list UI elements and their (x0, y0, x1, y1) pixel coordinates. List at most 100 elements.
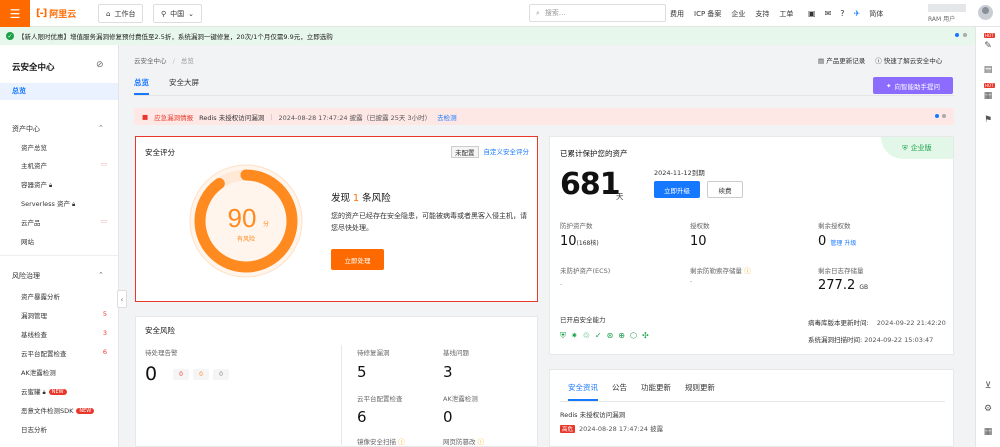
menu-icon[interactable]: ☰ (0, 0, 30, 27)
manage-upgrade-link[interactable]: 管理 升级 (830, 240, 856, 247)
pager-dot[interactable] (955, 33, 959, 37)
stat-label: 剩余日志存储量 (818, 267, 864, 275)
item-label: 云平台配置检查 (21, 350, 67, 358)
breadcrumb-root[interactable]: 云安全中心 (134, 57, 167, 65)
shield-icon: ⛨ (902, 143, 908, 152)
logo[interactable]: [-] 阿里云 (36, 7, 76, 20)
sidebar-item-log-analysis[interactable]: 日志分析 (21, 424, 107, 434)
pending-alert-value[interactable]: 0 (145, 363, 157, 385)
score-status: 有风险 (237, 235, 255, 243)
stat-value: 0 (818, 234, 827, 249)
shield-check-icon[interactable]: ⛨ (560, 331, 566, 341)
cart-icon[interactable]: ⊻ (981, 379, 995, 393)
settings-icon[interactable]: ⚙ (981, 402, 995, 416)
sidebar-item-cloud-config[interactable]: 云平台配置检查 6 (21, 348, 107, 358)
config-count-value[interactable]: 6 (357, 408, 367, 426)
logo-mark-icon: [-] (36, 8, 47, 19)
header-links: ▤ 产品更新记录 ⓘ 快速了解云安全中心 (818, 55, 942, 65)
avatar[interactable] (978, 5, 993, 20)
sidebar-item-ak-leak[interactable]: AK泄露检测 (21, 367, 107, 377)
severity-low-count[interactable]: 0 (213, 369, 229, 380)
severity-mid-count[interactable]: 0 (193, 369, 209, 380)
hide-icon[interactable]: ⊘ (96, 60, 104, 70)
metric-label: 基线问题 (443, 349, 469, 357)
nav-icp[interactable]: ICP 备案 (694, 9, 721, 19)
edit-icon[interactable]: ✎ (981, 39, 995, 53)
promo-banner[interactable]: ✓ 【新人限时优惠】增值服务漏洞修复预付费低至2.5折，系统漏洞一键修复，20次… (0, 27, 975, 45)
nav-support[interactable]: 支持 (755, 9, 769, 19)
flag-icon[interactable]: ⚑ (981, 113, 995, 127)
lock-circle-icon[interactable]: ⊛ (607, 331, 614, 341)
tab-rule-updates[interactable]: 规则更新 (685, 382, 715, 401)
nav-fees[interactable]: 费用 (670, 9, 684, 19)
nav-enterprise[interactable]: 企业 (731, 9, 745, 19)
sidebar-item-asset-overview[interactable]: 资产总览 (21, 142, 107, 152)
divider (341, 345, 342, 445)
sidebar-item-overview[interactable]: 总览 (0, 83, 118, 100)
changelog-link[interactable]: ▤ 产品更新记录 (818, 55, 865, 65)
sidebar-section-assets[interactable]: 资产中心 ⌃ (12, 124, 104, 134)
nav-ticket[interactable]: 工单 (779, 9, 793, 19)
grid-icon[interactable]: ▦ (981, 425, 995, 439)
search-input[interactable]: ⌕ 搜索... (529, 4, 666, 22)
promo-pager[interactable] (955, 33, 967, 37)
metric-label: 待修复漏洞 (357, 349, 390, 357)
tab-announcements[interactable]: 公告 (612, 382, 627, 401)
bell-icon[interactable]: ✉ (825, 9, 832, 18)
gift-icon[interactable]: ▦ (981, 89, 995, 103)
help-icon[interactable]: ? (840, 9, 844, 18)
severity-high-count[interactable]: 0 (173, 369, 189, 380)
recycle-icon[interactable]: ♲ (583, 331, 590, 341)
sidebar: 云安全中心 ⊘ 总览 资产中心 ⌃ 资产总览 主机资产 ▭ 容器资产 🔒︎ Serv… (0, 45, 119, 447)
sidebar-item-host-assets[interactable]: 主机资产 ▭ (21, 160, 107, 170)
detect-link[interactable]: 去检测 (437, 112, 457, 122)
doc-icon[interactable]: ▤ (981, 63, 995, 77)
unconfigured-tag: 未配置 (451, 146, 479, 158)
tab-security-news[interactable]: 安全资讯 (568, 382, 598, 401)
protected-assets-stat[interactable]: 10(168核) (560, 234, 599, 249)
account-info[interactable]: RAM 用户 (928, 3, 973, 23)
network-icon[interactable]: ✣ (642, 331, 649, 341)
pager-dot[interactable] (942, 114, 946, 118)
pager-dot[interactable] (935, 114, 939, 118)
sidebar-item-vuln[interactable]: 漏洞管理 5 (21, 310, 107, 320)
ai-assistant-button[interactable]: ✦ 向智能助手提问 (873, 77, 953, 94)
handle-now-button[interactable]: 立即处理 (331, 249, 384, 270)
sidebar-item-honeypot[interactable]: 云蜜罐 🔒︎ NEW (21, 386, 107, 397)
sidebar-item-container-assets[interactable]: 容器资产 🔒︎ (21, 179, 107, 190)
tab-big-screen[interactable]: 安全大屏 (169, 77, 199, 95)
vuln-count: 5 (102, 310, 107, 318)
vuln-count-value[interactable]: 5 (357, 363, 367, 381)
baseline-count-value[interactable]: 3 (443, 363, 453, 381)
workbench-button[interactable]: ⌂ 工作台 (98, 4, 144, 23)
quick-start-link[interactable]: ⓘ 快速了解云安全中心 (875, 55, 942, 65)
sidebar-item-baseline[interactable]: 基线检查 3 (21, 329, 107, 339)
alert-pager[interactable] (935, 114, 946, 118)
sun-icon[interactable]: ✷ (571, 331, 578, 341)
tab-overview[interactable]: 总览 (134, 77, 149, 95)
custom-score-link[interactable]: 自定义安全评分 (484, 146, 530, 158)
card-title: 安全风险 (145, 326, 175, 335)
tab-feature-updates[interactable]: 功能更新 (641, 382, 671, 401)
hot-badge: HOT (984, 33, 995, 38)
plane-icon[interactable]: ✈ (854, 9, 861, 18)
sidebar-item-malware-sdk[interactable]: 恶意文件检测SDK NEW (21, 405, 107, 415)
ak-leak-value[interactable]: 0 (443, 408, 453, 426)
search-circle-icon[interactable]: ⊕ (618, 331, 625, 341)
pager-dot[interactable] (963, 33, 967, 37)
sidebar-item-cloud-products[interactable]: 云产品 ▭ (21, 217, 107, 227)
box-icon[interactable]: ⬡ (630, 331, 637, 341)
collapse-sidebar-icon[interactable]: ‹ (117, 290, 127, 308)
renew-button[interactable]: 续费 (707, 181, 743, 198)
news-item-title[interactable]: Redis 未授权访问漏洞 (560, 409, 625, 419)
sidebar-item-exposure[interactable]: 资产暴露分析 (21, 291, 107, 301)
sidebar-section-risk[interactable]: 风险治理 ⌃ (12, 271, 104, 281)
terminal-icon[interactable]: ▣ (808, 9, 816, 18)
sidebar-item-websites[interactable]: 网站 (21, 236, 107, 246)
upgrade-button[interactable]: 立即升级 (654, 181, 700, 198)
sidebar-item-serverless[interactable]: Serverless 资产 🔒︎ (21, 198, 107, 209)
lang-switch[interactable]: 简体 (869, 9, 883, 19)
region-selector[interactable]: ⚲ 中国 ⌄ (153, 4, 203, 23)
check-circle-icon[interactable]: ✓ (595, 331, 602, 341)
item-label: 云产品 (21, 219, 41, 227)
